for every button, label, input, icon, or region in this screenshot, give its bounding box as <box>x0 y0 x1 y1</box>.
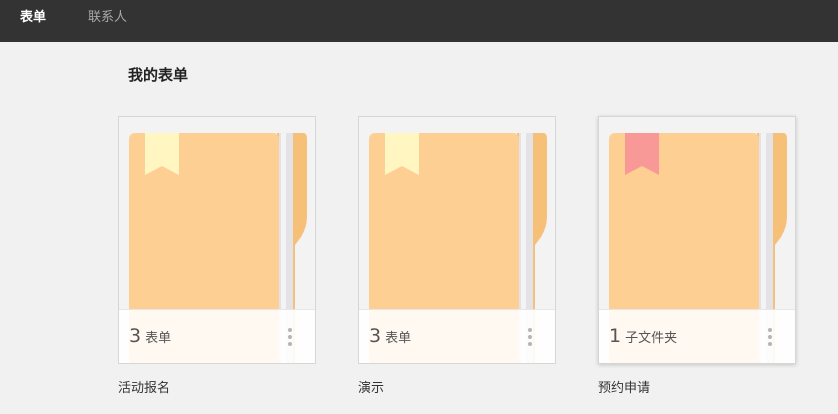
top-nav-bar: 表单 联系人 <box>0 0 838 42</box>
count-unit: 表单 <box>385 330 412 346</box>
folder-name[interactable]: 演示 <box>358 377 384 396</box>
count-unit: 子文件夹 <box>625 330 678 346</box>
item-count: 3 表单 <box>369 325 411 347</box>
item-count: 3 表单 <box>129 325 171 347</box>
folder-name[interactable]: 预约申请 <box>598 377 650 396</box>
page-title: 我的表单 <box>128 66 189 84</box>
folder-card-1[interactable]: 3 表单 <box>118 116 316 364</box>
card-footer: 3 表单 <box>119 309 315 363</box>
more-options-icon[interactable] <box>765 328 775 348</box>
count-number: 3 <box>369 325 382 347</box>
nav-tab-contacts[interactable]: 联系人 <box>88 0 127 36</box>
count-number: 3 <box>129 325 142 347</box>
card-footer: 3 表单 <box>359 309 555 363</box>
count-unit: 表单 <box>145 330 172 346</box>
folder-name[interactable]: 活动报名 <box>118 377 170 396</box>
folder-card-3[interactable]: 1 子文件夹 <box>598 116 796 364</box>
folder-card-2[interactable]: 3 表单 <box>358 116 556 364</box>
card-footer: 1 子文件夹 <box>599 309 795 363</box>
count-number: 1 <box>609 325 622 347</box>
nav-tab-forms[interactable]: 表单 <box>20 0 46 36</box>
item-count: 1 子文件夹 <box>609 325 677 347</box>
more-options-icon[interactable] <box>525 328 535 348</box>
more-options-icon[interactable] <box>285 328 295 348</box>
